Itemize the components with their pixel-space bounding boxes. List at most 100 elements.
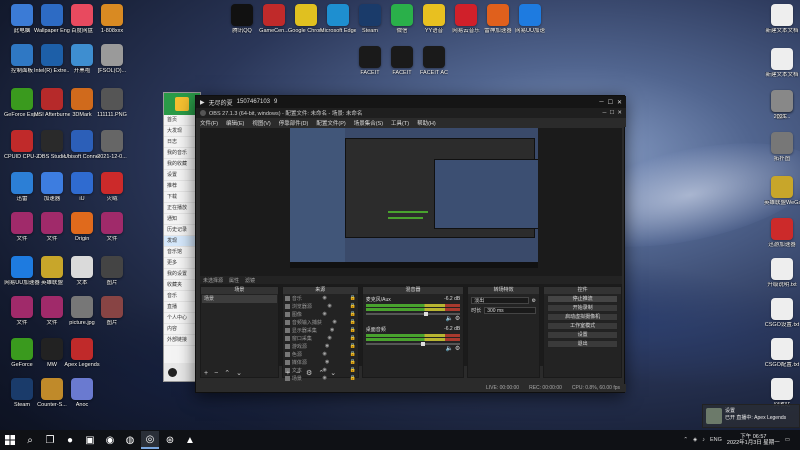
duration-input[interactable]: 300 ms [484,307,537,314]
control-button[interactable]: 设置 [547,331,618,339]
desktop-icon[interactable]: 图片 [94,256,130,286]
maximize-icon[interactable]: ☐ [608,99,613,106]
wechat-icon[interactable]: ◍ [121,431,139,449]
control-button[interactable]: 停止推流 [547,295,618,303]
speaker-icon[interactable]: 🔈 [446,346,455,352]
desktop-icon[interactable]: 迅游加速器 [764,218,800,248]
desktop-icon[interactable]: 新建文本文档 [764,48,800,78]
close-icon[interactable]: ✕ [617,110,622,116]
menu-item[interactable]: 视图(V) [252,119,270,127]
visibility-icon[interactable]: ◉ [322,351,326,357]
source-item[interactable]: 游戏源 ◉ 🔒 [283,342,358,350]
visibility-icon[interactable]: ◉ [325,343,329,349]
desktop-icon[interactable]: 新建文本文档 [764,4,800,34]
control-button[interactable]: 启动虚拟摄像机 [547,313,618,321]
lock-icon[interactable]: 🔒 [349,303,355,309]
control-button[interactable]: 开始录制 [547,304,618,312]
menu-item[interactable]: 场景集合(S) [354,119,383,127]
up-icon[interactable]: ⌃ [318,369,324,377]
gear-icon[interactable]: ⚙ [306,369,312,377]
desktop-icon[interactable]: 图片 [94,296,130,326]
visibility-icon[interactable]: ◉ [322,311,326,317]
volume-slider[interactable] [365,342,461,346]
desktop-icon[interactable]: 拓扑图 [764,132,800,162]
desktop-icon[interactable]: Microsoft Edge [320,4,356,34]
speaker-icon[interactable]: 🔈 [446,316,455,322]
control-button[interactable]: 退出 [547,340,618,348]
desktop-icon[interactable]: Google Chrome [288,4,324,34]
source-item[interactable]: 浏览器源 ◉ 🔒 [283,302,358,310]
visibility-icon[interactable]: ◉ [327,303,331,309]
source-toolbar-item[interactable]: 滤镜 [245,277,255,284]
obs-window[interactable]: ▶ 无尽的夏 1507467103 9 ─ ☐ ✕ OBS 27.1.3 (64… [195,95,626,393]
gear-icon[interactable]: ⚙ [455,346,460,352]
input-language[interactable]: ENG [710,437,722,443]
desktop-icon[interactable]: 网易云音乐 [448,4,484,34]
desktop-icon[interactable]: 火绒 [94,172,130,202]
down-icon[interactable]: ⌄ [236,369,242,377]
explorer-icon[interactable]: ▣ [81,431,99,449]
minimize-icon[interactable]: ─ [603,110,607,116]
source-item[interactable]: 显示器采集 ◉ 🔒 [283,326,358,334]
notification-center-icon[interactable]: ▭ [785,437,790,443]
source-item[interactable]: 媒体源 ◉ 🔒 [283,358,358,366]
visibility-icon[interactable]: ◉ [332,319,336,325]
desktop-icon[interactable]: 雷神加速器 [480,4,516,34]
visibility-icon[interactable]: ◉ [322,295,326,301]
desktop-icon[interactable]: Anoc [64,378,100,408]
menu-item[interactable]: 工具(T) [391,119,409,127]
source-item[interactable]: 窗口采集 ◉ 🔒 [283,334,358,342]
source-toolbar-item[interactable]: 属性 [229,277,239,284]
desktop-icon[interactable]: 升级说明.txt [764,258,800,288]
qq-icon[interactable]: ◉ [101,431,119,449]
desktop-icon[interactable]: 网易UU加速 [512,4,548,34]
apex-icon[interactable]: ▲ [181,431,199,449]
volume-slider[interactable] [365,312,461,316]
desktop-icon[interactable]: CSGO配置.txt [764,338,800,368]
source-item[interactable]: 色源 ◉ 🔒 [283,350,358,358]
visibility-icon[interactable]: ◉ [330,327,334,333]
lock-icon[interactable]: 🔒 [349,319,355,325]
source-item[interactable]: 音频输入捕获 ◉ 🔒 [283,318,358,326]
start-button[interactable] [1,431,19,449]
menu-item[interactable]: 帮助(H) [417,119,436,127]
desktop-icon[interactable]: FACEIT [384,46,420,76]
up-icon[interactable]: ⌃ [224,369,230,377]
lock-icon[interactable]: 🔒 [349,359,355,365]
minimize-icon[interactable]: ─ [599,99,603,105]
slider-knob[interactable] [420,342,425,346]
desktop-icon[interactable]: 英雄联盟WeGame版 [764,176,800,206]
scene-item[interactable]: 场景 [202,295,277,303]
source-item[interactable]: 图像 ◉ 🔒 [283,310,358,318]
add-icon[interactable]: + [204,370,208,377]
lock-icon[interactable]: 🔒 [349,351,355,357]
clock[interactable]: 下午 06:57 2022年1月3日 星期一 [727,434,780,446]
maximize-icon[interactable]: ☐ [609,110,614,116]
desktop-icon[interactable]: FACEIT [352,46,388,76]
desktop-icon[interactable]: 111111.PNG [94,88,130,118]
desktop-icon[interactable]: 2021... [764,90,800,120]
lock-icon[interactable]: 🔒 [349,295,355,301]
lock-icon[interactable]: 🔒 [349,343,355,349]
desktop-icon[interactable]: [FSOL(O)... [94,44,130,74]
desktop-icon[interactable]: 文件 [94,212,130,242]
desktop-icon[interactable]: 2021-12-0... [94,130,130,160]
lock-icon[interactable]: 🔒 [349,327,355,333]
network-icon[interactable]: ◈ [693,437,697,443]
desktop-icon[interactable]: 微信 [384,4,420,34]
visibility-icon[interactable]: ◉ [327,335,331,341]
slider-knob[interactable] [424,312,429,316]
down-icon[interactable]: ⌄ [330,369,336,377]
user-avatar-icon[interactable] [168,367,177,377]
gear-icon[interactable]: ⚙ [455,316,460,322]
transition-select[interactable]: 淡出 [471,297,529,304]
task-view-icon[interactable]: ❐ [41,431,59,449]
desktop-icon[interactable]: YY语音 [416,4,452,34]
desktop-icon[interactable]: CSGO设置.txt [764,298,800,328]
desktop-icon[interactable]: FACEIT AC [416,46,452,76]
source-item[interactable]: 音乐 ◉ 🔒 [283,294,358,302]
menu-item[interactable]: 配置文件(P) [316,119,345,127]
remove-icon[interactable]: − [296,370,300,377]
close-icon[interactable]: ✕ [617,99,622,106]
search-icon[interactable]: ⌕ [21,431,39,449]
